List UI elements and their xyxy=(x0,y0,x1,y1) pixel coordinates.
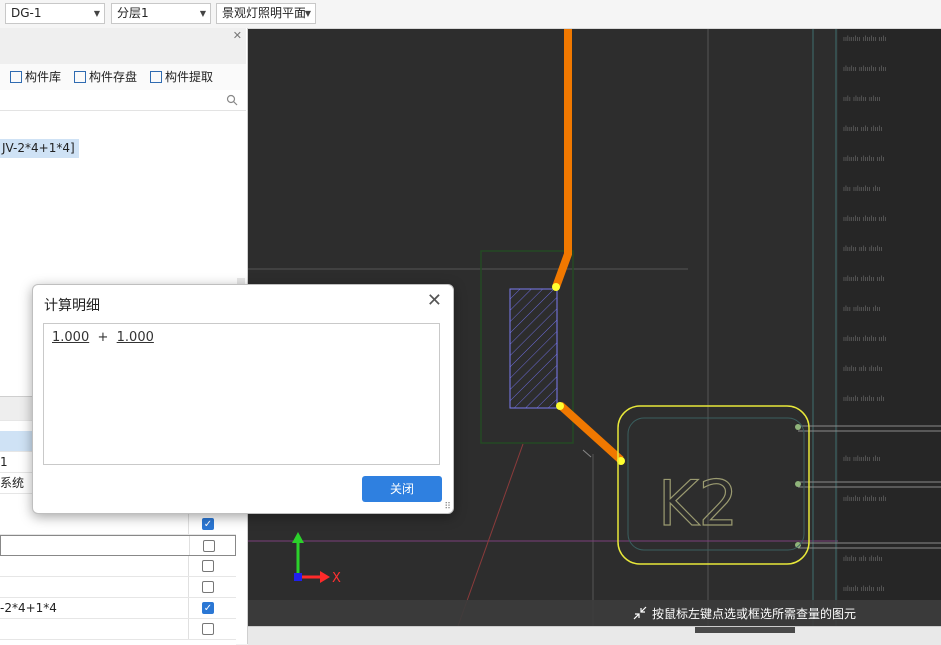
svg-text:ıılııılı ılıılıı ıılı: ıılııılı ılıılıı ıılı xyxy=(843,155,884,163)
status-message: 按鼠标左键点选或框选所需查量的图元 xyxy=(652,607,857,621)
checkbox-cell xyxy=(188,619,229,639)
search-icon xyxy=(226,94,238,106)
top-toolbar: DG-1 ▼ 分层1 ▼ 景观灯照明平面 ▼ xyxy=(0,0,941,29)
checkbox-cell xyxy=(189,536,230,555)
svg-text:ılııılıı ıılı ılıılı: ılııılıı ıılı ılıılı xyxy=(843,125,883,133)
extract-icon xyxy=(150,70,162,83)
endpoint-markers xyxy=(552,283,625,465)
svg-text:ıılııılıı ılıılıı ıılı: ıılııılıı ılıılıı ıılı xyxy=(843,335,886,343)
formula-area[interactable]: 1.000 + 1.000 xyxy=(43,323,440,465)
bottom-bar xyxy=(248,626,941,645)
svg-text:ılıı ıılııılıı ılıı: ılıı ıılııılıı ılıı xyxy=(843,455,881,463)
save-icon xyxy=(74,70,86,83)
drawing-select[interactable]: DG-1 ▼ xyxy=(5,3,105,24)
formula-value-2[interactable]: 1.000 xyxy=(117,330,154,345)
checkbox-cell xyxy=(188,577,229,597)
component-extract-label: 构件提取 xyxy=(165,70,214,84)
checkbox[interactable]: ✓ xyxy=(202,602,214,614)
checkbox-cell xyxy=(188,556,229,576)
list-item-text: 1 xyxy=(0,455,8,469)
checkbox[interactable] xyxy=(202,560,214,572)
component-save-label: 构件存盘 xyxy=(89,70,138,84)
library-icon xyxy=(10,70,22,83)
table-row[interactable] xyxy=(0,556,236,577)
layer-select-value: 分层1 xyxy=(117,6,149,20)
table-row[interactable] xyxy=(0,535,236,556)
formula-operator: + xyxy=(97,330,109,345)
plan-select-value: 景观灯照明平面 xyxy=(222,6,307,20)
chevron-down-icon: ▼ xyxy=(199,9,206,18)
svg-text:ıılııılı ılıılıı ıılı: ıılııılı ılıılıı ıılı xyxy=(843,585,884,593)
collapse-handle[interactable] xyxy=(695,627,795,633)
component-library-button[interactable]: 构件库 xyxy=(10,68,61,85)
chevron-down-icon: ▼ xyxy=(93,9,100,18)
component-toolbar: 构件库 构件存盘 构件提取 xyxy=(0,64,246,91)
table-row[interactable]: ✓ xyxy=(0,514,236,535)
search-input[interactable] xyxy=(0,90,246,111)
checkbox[interactable]: ✓ xyxy=(202,518,214,530)
svg-text:ılıılıı ıılı ılıılıı: ılıılıı ıılı ılıılıı xyxy=(843,245,883,253)
table-row[interactable] xyxy=(0,619,236,640)
table-row[interactable]: -2*4+1*4 ✓ xyxy=(0,598,236,619)
close-icon[interactable]: ✕ xyxy=(233,29,242,42)
chevron-down-icon: ▼ xyxy=(304,4,311,23)
svg-text:ıılııılıı ılıılıı ıılı: ıılııılıı ılıılıı ıılı xyxy=(843,215,886,223)
close-button[interactable]: 关闭 xyxy=(362,476,442,502)
dialog-title: 计算明细 xyxy=(44,298,100,314)
component-extract-button[interactable]: 构件提取 xyxy=(150,68,213,85)
tree-item-selected[interactable]: JV-2*4+1*4] xyxy=(0,139,79,158)
svg-text:ıılııılı ılıılıı ıılı: ıılııılı ılıılıı ıılı xyxy=(843,275,884,283)
checkbox[interactable] xyxy=(203,540,215,552)
component-save-button[interactable]: 构件存盘 xyxy=(74,68,137,85)
calculation-detail-dialog: 计算明细 ✕ 1.000 + 1.000 关闭 ⠿ xyxy=(32,284,454,514)
svg-text:ılıılıı ıılı ılıılıı: ılıılıı ıılı ılıılıı xyxy=(843,365,883,373)
collapse-arrows-icon xyxy=(633,606,647,620)
formula-value-1[interactable]: 1.000 xyxy=(52,330,89,345)
layer-select[interactable]: 分层1 ▼ xyxy=(111,3,211,24)
status-bar: 按鼠标左键点选或框选所需查量的图元 xyxy=(248,600,941,626)
svg-text:ıılııılı ılıılıı ıılı: ıılııılı ılıılıı ıılı xyxy=(843,395,884,403)
resize-grip-icon[interactable]: ⠿ xyxy=(444,503,451,512)
formula: 1.000 + 1.000 xyxy=(52,330,154,345)
drawing-select-value: DG-1 xyxy=(11,6,42,20)
svg-text:ıılııılıı ılıılıı ıılı: ıılııılıı ılıılıı ıılı xyxy=(843,35,886,43)
svg-text:ılıılıı ıılı ılıılıı: ılıılıı ıılı ılıılıı xyxy=(843,555,883,563)
plan-select[interactable]: 景观灯照明平面 ▼ xyxy=(216,3,316,24)
svg-text:ılıılıı ıılııılıı ılıı: ılıılıı ıılııılıı ılıı xyxy=(843,65,886,73)
svg-text:ılıı ıılııılıı ılıı: ılıı ıılııılıı ılıı xyxy=(843,305,881,313)
table-row[interactable] xyxy=(0,577,236,598)
checkbox[interactable] xyxy=(202,581,214,593)
checkbox-cell: ✓ xyxy=(188,514,229,534)
axis-indicator: X xyxy=(292,532,341,586)
checkbox[interactable] xyxy=(202,623,214,635)
checkbox-cell: ✓ xyxy=(188,598,229,618)
list-item-text: 系统 xyxy=(0,476,25,490)
axis-x-label: X xyxy=(332,571,341,586)
panel-label-k2: K2 xyxy=(658,467,738,540)
panel-header: ✕ xyxy=(0,28,246,65)
row-text: -2*4+1*4 xyxy=(0,601,57,615)
svg-text:ıılııılıı ılıılıı ıılı: ıılııılıı ılıılıı ıılı xyxy=(843,495,886,503)
close-icon[interactable]: ✕ xyxy=(427,291,442,311)
svg-text:ıılı ılıılıı ıılııı: ıılı ılıılıı ıılııı xyxy=(843,95,881,103)
svg-text:ılıı ıılııılıı ılıı: ılıı ıılııılıı ılıı xyxy=(843,185,881,193)
component-library-label: 构件库 xyxy=(25,70,62,84)
